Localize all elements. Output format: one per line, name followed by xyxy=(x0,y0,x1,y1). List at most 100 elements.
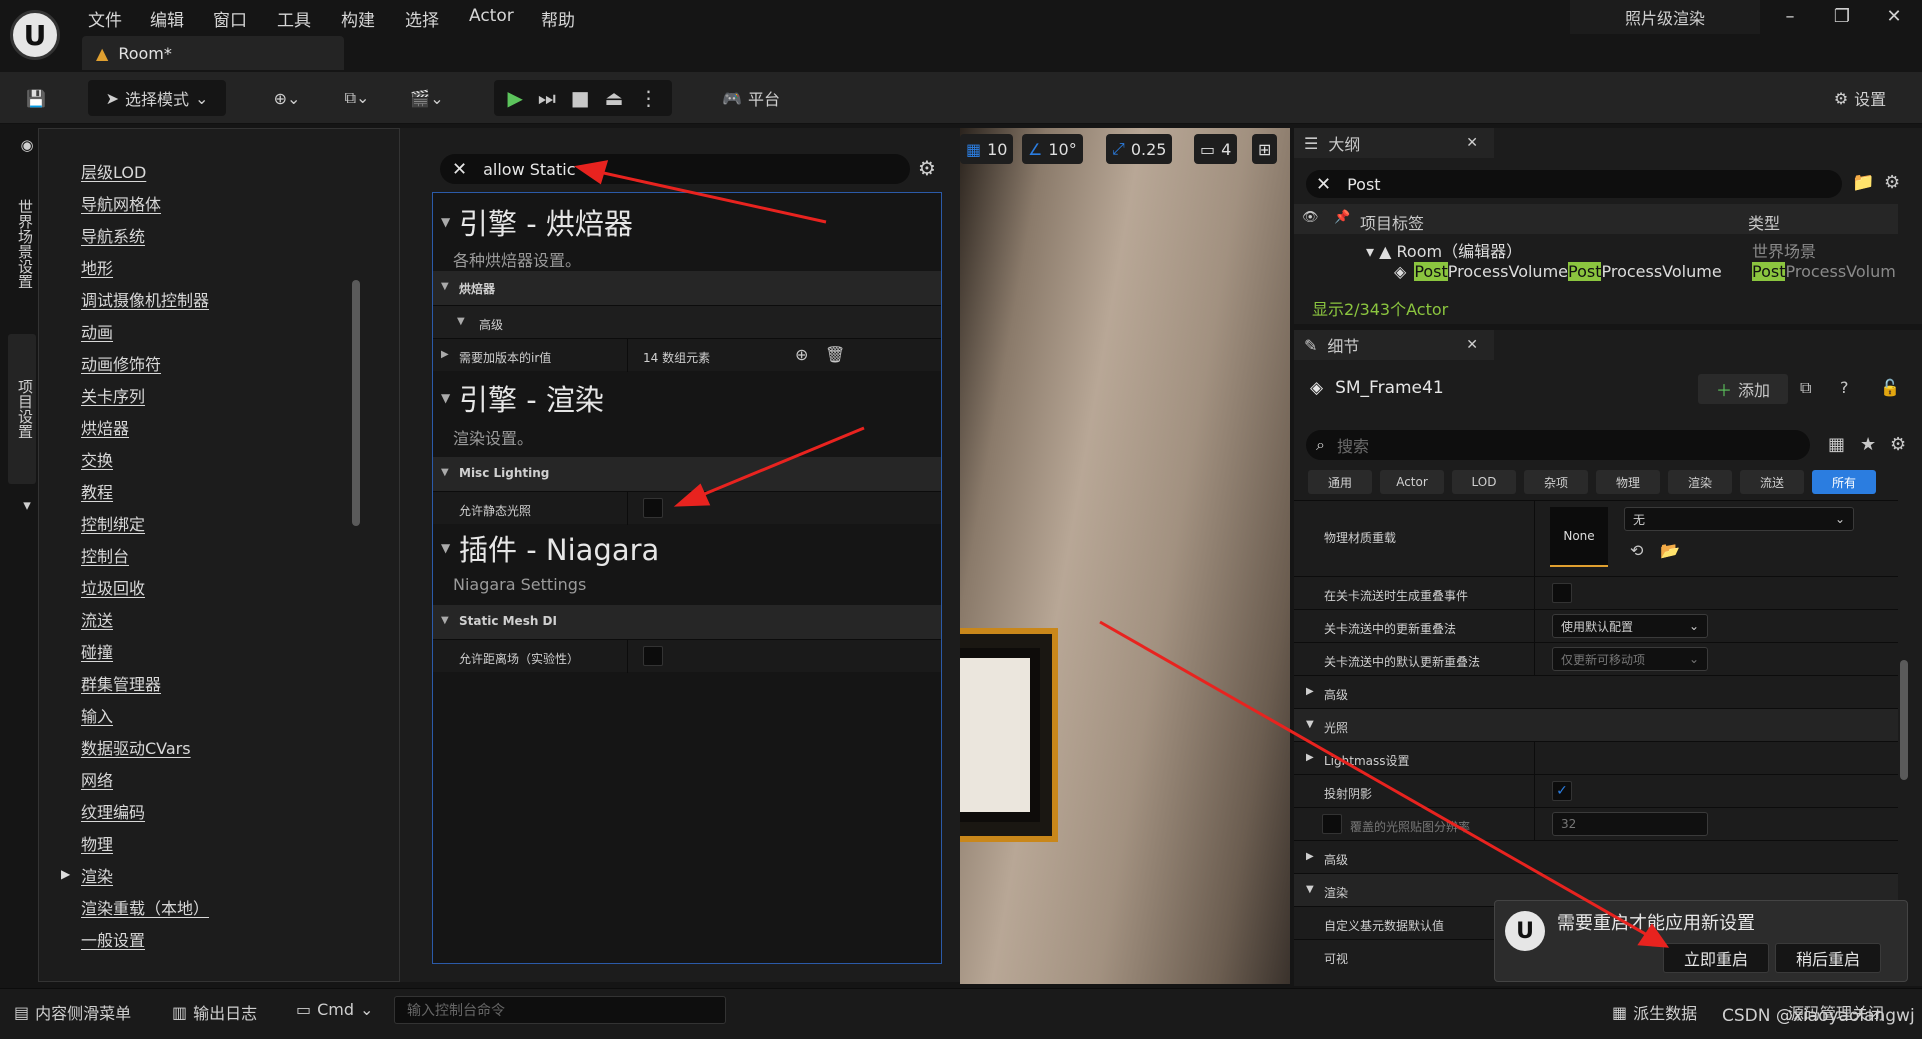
category-item[interactable]: 控制台 xyxy=(81,543,129,567)
blueprint-icon[interactable]: ⧉⌄ xyxy=(332,80,382,116)
group-header[interactable]: ▼ Misc Lighting xyxy=(433,457,941,491)
category-item[interactable]: 导航网格体 xyxy=(81,191,161,215)
group-row[interactable]: ▶ Lightmass设置 xyxy=(1294,741,1898,775)
stop-icon[interactable]: ■ xyxy=(571,86,590,110)
add-component-button[interactable]: ＋ 添加 xyxy=(1698,374,1788,404)
details-search-input[interactable]: ⌕ 搜索 xyxy=(1306,430,1810,460)
expand-icon[interactable]: ▶ xyxy=(441,349,449,360)
default-overlap-dropdown[interactable]: 仅更新可移动项 ⌄ xyxy=(1552,647,1708,671)
pin-icon[interactable]: ▾ xyxy=(8,496,36,514)
menu-tools[interactable]: 工具 xyxy=(277,6,311,31)
use-selected-icon[interactable]: ⟲ xyxy=(1630,541,1643,560)
level-tab[interactable]: ▲ Room* xyxy=(82,36,344,70)
eject-icon[interactable]: ⏏ xyxy=(605,86,624,110)
settings-button[interactable]: ⚙ 设置 xyxy=(1812,80,1908,116)
category-item[interactable]: 烘焙器 xyxy=(81,415,129,439)
clear-search-icon[interactable]: ✕ xyxy=(452,159,467,180)
save-icon[interactable]: 💾 xyxy=(18,80,54,116)
category-item[interactable]: 群集管理器 xyxy=(81,671,161,695)
category-item[interactable]: 输入 xyxy=(81,703,113,727)
minimize-icon[interactable]: – xyxy=(1772,6,1808,27)
unreal-logo-icon[interactable]: U xyxy=(10,10,60,60)
close-window-icon[interactable]: ✕ xyxy=(1876,6,1912,27)
outliner-search-input[interactable]: ✕ Post xyxy=(1306,170,1842,198)
category-item[interactable]: 垃圾回收 xyxy=(81,575,145,599)
lock-icon[interactable]: 🔓 xyxy=(1880,378,1900,397)
expand-triangle-icon[interactable]: ▶ xyxy=(61,867,70,881)
category-item[interactable]: 数据驱动CVars xyxy=(81,735,191,759)
star-icon[interactable]: ★ xyxy=(1860,434,1876,455)
category-item[interactable]: 物理 xyxy=(81,831,113,855)
filter-lod[interactable]: LOD xyxy=(1452,470,1516,494)
category-item[interactable]: 层级LOD xyxy=(81,159,146,183)
cinematics-icon[interactable]: 🎬⌄ xyxy=(402,80,452,116)
restart-later-button[interactable]: 稍后重启 xyxy=(1775,943,1881,973)
filter-physics[interactable]: 物理 xyxy=(1596,470,1660,494)
menu-edit[interactable]: 编辑 xyxy=(150,6,184,31)
category-item[interactable]: 网络 xyxy=(81,767,113,791)
tab-project-settings[interactable]: 项目设置 xyxy=(8,334,36,484)
gear-icon[interactable]: ⚙ xyxy=(918,156,936,180)
update-overlap-dropdown[interactable]: 使用默认配置 ⌄ xyxy=(1552,614,1708,638)
level-viewport[interactable] xyxy=(960,128,1290,984)
category-item[interactable]: 渲染重载（本地） xyxy=(81,895,209,919)
category-item[interactable]: 流送 xyxy=(81,607,113,631)
category-item[interactable]: 控制绑定 xyxy=(81,511,145,535)
restore-icon[interactable]: ❐ xyxy=(1824,6,1860,27)
browse-icon[interactable]: 📂 xyxy=(1660,541,1680,560)
camera-speed-chip[interactable]: ▭ 4 xyxy=(1194,134,1238,164)
category-item-rendering[interactable]: 渲染 xyxy=(81,863,113,887)
filter-all[interactable]: 所有 xyxy=(1812,470,1876,494)
details-scrollbar[interactable] xyxy=(1900,660,1908,780)
outliner-row-postprocess[interactable]: ◈ Post ProcessVolume Post ProcessVolume xyxy=(1394,262,1722,281)
group-row[interactable]: ▼ 光照 xyxy=(1294,708,1898,741)
category-item[interactable]: 地形 xyxy=(81,255,113,279)
platform-button[interactable]: 🎮 平台 xyxy=(706,80,796,116)
filter-actor[interactable]: Actor xyxy=(1380,470,1444,494)
add-element-icon[interactable]: ⊕ xyxy=(795,345,808,364)
layout-icon[interactable]: ⊞ xyxy=(1252,134,1278,164)
more-icon[interactable]: ⋮ xyxy=(638,86,658,110)
collapse-icon[interactable]: ▼ xyxy=(441,391,450,405)
overlap-events-checkbox[interactable] xyxy=(1552,583,1572,603)
group-row[interactable]: ▶ 高级 xyxy=(1294,675,1898,708)
close-icon[interactable]: ✕ xyxy=(1466,337,1478,353)
group-header[interactable]: ▼ Static Mesh DI xyxy=(433,605,941,639)
help-icon[interactable]: ? xyxy=(1840,378,1849,397)
group-row[interactable]: ▶ 高级 xyxy=(1294,840,1898,873)
allow-static-lighting-checkbox[interactable] xyxy=(643,498,663,518)
column-label[interactable]: 项目标签 xyxy=(1360,210,1424,234)
lightmap-res-field[interactable]: 32 xyxy=(1552,812,1708,836)
allow-distance-field-checkbox[interactable] xyxy=(643,646,663,666)
scale-snap-chip[interactable]: ⤢ 0.25 xyxy=(1106,134,1173,164)
close-icon[interactable]: ✕ xyxy=(1466,135,1478,151)
menu-window[interactable]: 窗口 xyxy=(213,6,247,31)
details-tab[interactable]: ✎ 细节 ✕ xyxy=(1294,330,1494,360)
menu-actor[interactable]: Actor xyxy=(469,6,514,26)
category-item[interactable]: 调试摄像机控制器 xyxy=(81,287,209,311)
menu-select[interactable]: 选择 xyxy=(405,6,439,31)
blueprint-icon[interactable]: ⧉ xyxy=(1800,378,1811,398)
gear-icon[interactable]: ⚙ xyxy=(1884,172,1900,193)
filter-misc[interactable]: 杂项 xyxy=(1524,470,1588,494)
eye-icon[interactable]: 👁 xyxy=(1302,210,1319,225)
clear-search-icon[interactable]: ✕ xyxy=(1316,174,1331,195)
pin-icon[interactable]: 📌 xyxy=(1334,210,1350,225)
material-thumbnail[interactable]: None xyxy=(1550,507,1608,567)
outliner-tab[interactable]: ☰ 大纲 ✕ xyxy=(1294,128,1494,158)
filter-streaming[interactable]: 流送 xyxy=(1740,470,1804,494)
category-item[interactable]: 碰撞 xyxy=(81,639,113,663)
folder-add-icon[interactable]: 📁 xyxy=(1852,172,1874,193)
trash-icon[interactable]: 🗑 xyxy=(825,345,845,364)
category-item[interactable]: 一般设置 xyxy=(81,927,145,951)
category-item[interactable]: 动画 xyxy=(81,319,113,343)
category-item[interactable]: 关卡序列 xyxy=(81,383,145,407)
filter-rendering[interactable]: 渲染 xyxy=(1668,470,1732,494)
table-icon[interactable]: ▦ xyxy=(1828,434,1845,455)
collapse-icon[interactable]: ▼ xyxy=(441,541,450,555)
select-mode-button[interactable]: ➤ 选择模式 ⌄ xyxy=(88,80,226,116)
category-item[interactable]: 教程 xyxy=(81,479,113,503)
subgroup-row[interactable]: ▼ 高级 xyxy=(433,305,941,338)
column-type[interactable]: 类型 xyxy=(1748,210,1780,234)
add-actor-icon[interactable]: ⊕⌄ xyxy=(262,80,312,116)
